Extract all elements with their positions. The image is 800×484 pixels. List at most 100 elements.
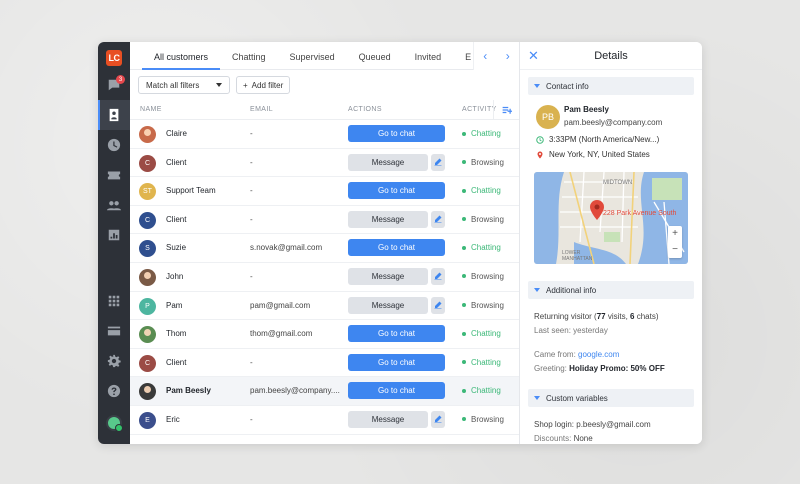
clock-icon (536, 135, 544, 144)
plus-icon: + (243, 80, 248, 90)
go-to-chat-button[interactable]: Go to chat (348, 325, 445, 343)
table-row[interactable]: E Eric - Message Browsing (130, 406, 519, 435)
contact-time: 3:33PM (North America/New...) (536, 135, 659, 144)
edit-icon[interactable] (431, 296, 445, 314)
match-filters-select[interactable]: Match all filters (138, 76, 230, 94)
chevron-left-icon[interactable]: ‹ (483, 50, 487, 62)
close-icon[interactable]: ✕ (528, 48, 539, 64)
chats-icon[interactable]: 3 (98, 70, 130, 100)
additional-info-section[interactable]: Additional info (528, 281, 694, 299)
shop-login: Shop login: p.beesly@gmail.com (534, 420, 651, 429)
customer-email: thom@gmail.com (250, 329, 313, 339)
reports-icon[interactable] (98, 220, 130, 250)
customer-name[interactable]: John (166, 272, 183, 281)
customer-name[interactable]: Thom (166, 329, 186, 338)
table-row[interactable]: Claire - Go to chat Chatting (130, 120, 519, 149)
tickets-icon[interactable] (98, 160, 130, 190)
customer-name[interactable]: Pam Beesly (166, 386, 211, 395)
activity-status: Chatting (462, 129, 501, 138)
app-window: LC 3 All customers Chatting Supervised Q… (98, 42, 702, 444)
tab-supervised[interactable]: Supervised (278, 52, 347, 69)
contact-info-label: Contact info (546, 81, 589, 91)
edit-icon[interactable] (431, 210, 445, 228)
history-icon[interactable] (98, 130, 130, 160)
customer-name[interactable]: Eric (166, 415, 180, 424)
header-email[interactable]: EMAIL (250, 106, 273, 113)
contact-info-section[interactable]: Contact info (528, 77, 694, 95)
table-row[interactable]: P Pam pam@gmail.com Message Browsing (130, 292, 519, 321)
tab-invited[interactable]: Invited (403, 52, 454, 69)
agents-icon[interactable] (98, 190, 130, 220)
edit-icon[interactable] (431, 410, 445, 428)
status-dot-icon (462, 388, 466, 393)
activity-status-text: Chatting (471, 357, 501, 367)
message-button[interactable]: Message (348, 267, 428, 285)
header-activity[interactable]: ACTIVITY (462, 106, 497, 113)
tab-chatting[interactable]: Chatting (220, 52, 278, 69)
go-to-chat-button[interactable]: Go to chat (348, 353, 445, 371)
apps-grid-icon[interactable] (98, 286, 130, 316)
add-column-icon[interactable] (493, 100, 519, 120)
customer-avatar: C (139, 354, 156, 372)
last-seen: Last seen: yesterday (534, 326, 608, 335)
contact-email[interactable]: pam.beesly@company.com (564, 118, 662, 127)
message-button[interactable]: Message (348, 210, 428, 228)
table-row[interactable]: ST Support Team - Go to chat Chatting (130, 177, 519, 206)
billing-icon[interactable] (98, 316, 130, 346)
came-from-link[interactable]: google.com (578, 350, 619, 359)
header-name[interactable]: NAME (140, 106, 162, 113)
table-row[interactable]: S Suzie s.novak@gmail.com Go to chat Cha… (130, 234, 519, 263)
help-icon[interactable] (98, 376, 130, 406)
activity-status: Browsing (462, 272, 504, 281)
go-to-chat-button[interactable]: Go to chat (348, 382, 445, 400)
custom-variables-section[interactable]: Custom variables (528, 389, 694, 407)
customer-name[interactable]: Support Team (166, 186, 216, 195)
table-row[interactable]: C Client - Go to chat Chatting (130, 349, 519, 378)
activity-status: Chatting (462, 329, 501, 338)
settings-icon[interactable] (98, 346, 130, 376)
tab-all-customers[interactable]: All customers (142, 52, 221, 70)
activity-status-text: Chatting (471, 129, 501, 138)
message-button[interactable]: Message (348, 153, 428, 171)
activity-status: Browsing (462, 415, 504, 424)
came-from: Came from: google.com (534, 350, 619, 359)
customer-name[interactable]: Client (166, 158, 186, 167)
table-row[interactable]: C Client - Message Browsing (130, 206, 519, 235)
go-to-chat-button[interactable]: Go to chat (348, 125, 445, 142)
table-row[interactable]: John - Message Browsing (130, 263, 519, 292)
greeting-label: Greeting: (534, 364, 570, 373)
customers-icon[interactable] (98, 100, 130, 130)
tab-queued[interactable]: Queued (347, 52, 403, 69)
table-row[interactable]: Pam Beesly pam.beesly@company.... Go to … (130, 377, 519, 406)
chevron-right-icon[interactable]: › (506, 50, 510, 62)
customer-name[interactable]: Client (166, 358, 186, 367)
status-dot-icon (462, 303, 466, 308)
table-row[interactable]: C Client - Message Browsing (130, 149, 519, 178)
customer-name[interactable]: Suzie (166, 243, 186, 252)
contact-time-text: 3:33PM (North America/New...) (549, 135, 660, 144)
activity-status-text: Chatting (471, 243, 501, 253)
customer-name[interactable]: Client (166, 215, 186, 224)
customer-name[interactable]: Pam (166, 301, 182, 310)
map-address-label: 228 Park Avenue South (603, 210, 677, 217)
add-filter-button[interactable]: + Add filter (236, 76, 291, 94)
customer-name[interactable]: Claire (166, 129, 187, 138)
location-map[interactable]: MIDTOWN LOWER MANHATTAN 228 Park Avenue … (534, 172, 688, 264)
map-pin-icon (590, 200, 604, 220)
activity-status: Browsing (462, 301, 504, 310)
zoom-out-button[interactable]: − (668, 242, 682, 258)
message-button[interactable]: Message (348, 296, 428, 314)
status-dot-icon (462, 331, 466, 336)
header-actions: ACTIONS (348, 106, 382, 113)
customer-email: - (250, 214, 253, 224)
go-to-chat-button[interactable]: Go to chat (348, 239, 445, 257)
go-to-chat-button[interactable]: Go to chat (348, 182, 445, 200)
edit-icon[interactable] (431, 153, 445, 171)
chevron-down-icon (534, 84, 540, 88)
zoom-in-button[interactable]: + (668, 226, 682, 242)
customer-email: - (250, 129, 253, 138)
table-row[interactable]: Thom thom@gmail.com Go to chat Chatting (130, 320, 519, 349)
user-avatar[interactable] (106, 415, 123, 432)
edit-icon[interactable] (431, 267, 445, 285)
message-button[interactable]: Message (348, 410, 428, 428)
